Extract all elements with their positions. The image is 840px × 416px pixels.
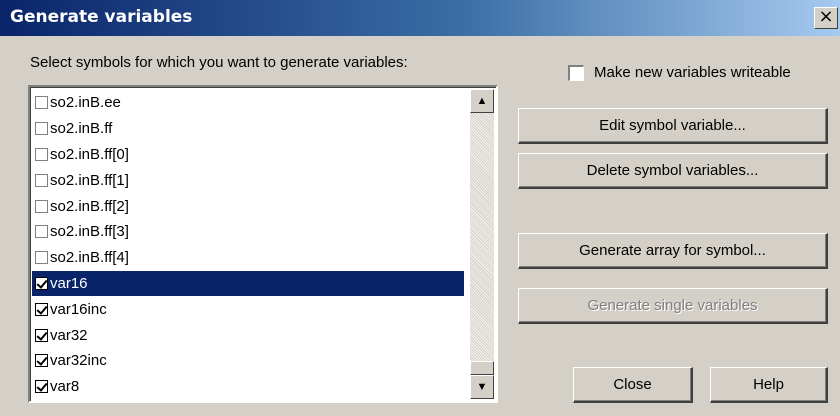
close-button[interactable]: Close	[573, 367, 693, 403]
item-label: so2.inB.ee	[50, 94, 121, 112]
item-label: so2.inB.ff[3]	[50, 223, 129, 241]
item-checkbox[interactable]	[35, 276, 48, 290]
list-item[interactable]: var8	[32, 374, 464, 400]
item-label: so2.inB.ff[0]	[50, 145, 129, 163]
item-checkbox[interactable]	[35, 147, 48, 161]
edit-symbol-variable-button[interactable]: Edit symbol variable...	[518, 108, 828, 144]
item-label: var8	[50, 378, 80, 396]
generate-single-variables-button[interactable]: Generate single variables	[518, 288, 828, 324]
close-icon: ×	[818, 6, 834, 27]
item-label: var16	[50, 274, 88, 292]
item-checkbox[interactable]	[35, 199, 48, 213]
arrow-down-icon: ▼	[476, 381, 488, 393]
item-checkbox[interactable]	[35, 173, 48, 187]
item-label: var32inc	[50, 352, 107, 370]
list-item[interactable]: var32inc	[32, 348, 464, 374]
delete-symbol-variables-button[interactable]: Delete symbol variables...	[518, 153, 828, 189]
item-label: var16inc	[50, 300, 107, 318]
item-checkbox[interactable]	[35, 354, 48, 368]
list-item[interactable]: so2.inB.ff	[32, 116, 464, 142]
make-writeable-checkbox[interactable]	[568, 64, 584, 81]
item-label: var32	[50, 326, 88, 344]
arrow-up-icon: ▲	[476, 95, 488, 107]
title-bar[interactable]: Generate variables ×	[0, 0, 840, 36]
scroll-down-button[interactable]: ▼	[470, 375, 494, 399]
item-checkbox[interactable]	[35, 96, 48, 110]
item-label: so2.inB.ff[4]	[50, 249, 129, 267]
edit-symbol-variable-label: Edit symbol variable...	[599, 117, 746, 134]
vertical-scrollbar[interactable]: ▲ ▼	[470, 89, 494, 399]
list-item[interactable]: so2.inB.ff[4]	[32, 245, 464, 271]
item-label: so2.inB.ff[2]	[50, 197, 129, 215]
generate-single-variables-label: Generate single variables	[587, 297, 758, 314]
generate-variables-dialog: Generate variables × Select symbols for …	[0, 0, 840, 416]
list-item[interactable]: so2.inB.ee	[32, 90, 464, 116]
list-item[interactable]: var32	[32, 322, 464, 348]
list-item[interactable]: so2.inB.ff[3]	[32, 219, 464, 245]
symbols-listbox[interactable]: so2.inB.ee so2.inB.ff so2.inB.ff[0] so2.inB…	[28, 85, 498, 403]
list-item[interactable]: so2.inB.ff[1]	[32, 167, 464, 193]
item-label: so2.inB.ff	[50, 120, 113, 138]
make-writeable-option[interactable]: Make new variables writeable	[568, 64, 791, 81]
item-label: so2.inB.ff[1]	[50, 171, 129, 189]
symbols-list-label: Select symbols for which you want to gen…	[30, 54, 408, 71]
help-label: Help	[753, 376, 784, 393]
item-checkbox[interactable]	[35, 251, 48, 265]
delete-symbol-variables-label: Delete symbol variables...	[586, 162, 759, 179]
item-checkbox[interactable]	[35, 225, 48, 239]
item-checkbox[interactable]	[35, 302, 48, 316]
symbols-list-items: so2.inB.ee so2.inB.ff so2.inB.ff[0] so2.inB…	[32, 90, 464, 400]
window-title: Generate variables	[10, 7, 193, 27]
list-item[interactable]: var16inc	[32, 296, 464, 322]
item-checkbox[interactable]	[35, 328, 48, 342]
close-label: Close	[613, 376, 652, 393]
make-writeable-label: Make new variables writeable	[594, 64, 791, 81]
list-item[interactable]: var16	[32, 270, 464, 297]
generate-array-label: Generate array for symbol...	[579, 242, 766, 259]
close-window-button[interactable]: ×	[814, 7, 838, 29]
list-item[interactable]: so2.inB.ff[2]	[32, 193, 464, 219]
item-checkbox[interactable]	[35, 122, 48, 136]
list-item[interactable]: so2.inB.ff[0]	[32, 142, 464, 168]
scrollbar-thumb[interactable]	[470, 361, 494, 375]
generate-array-button[interactable]: Generate array for symbol...	[518, 233, 828, 269]
help-button[interactable]: Help	[710, 367, 828, 403]
item-checkbox[interactable]	[35, 380, 48, 394]
scroll-up-button[interactable]: ▲	[470, 89, 494, 113]
